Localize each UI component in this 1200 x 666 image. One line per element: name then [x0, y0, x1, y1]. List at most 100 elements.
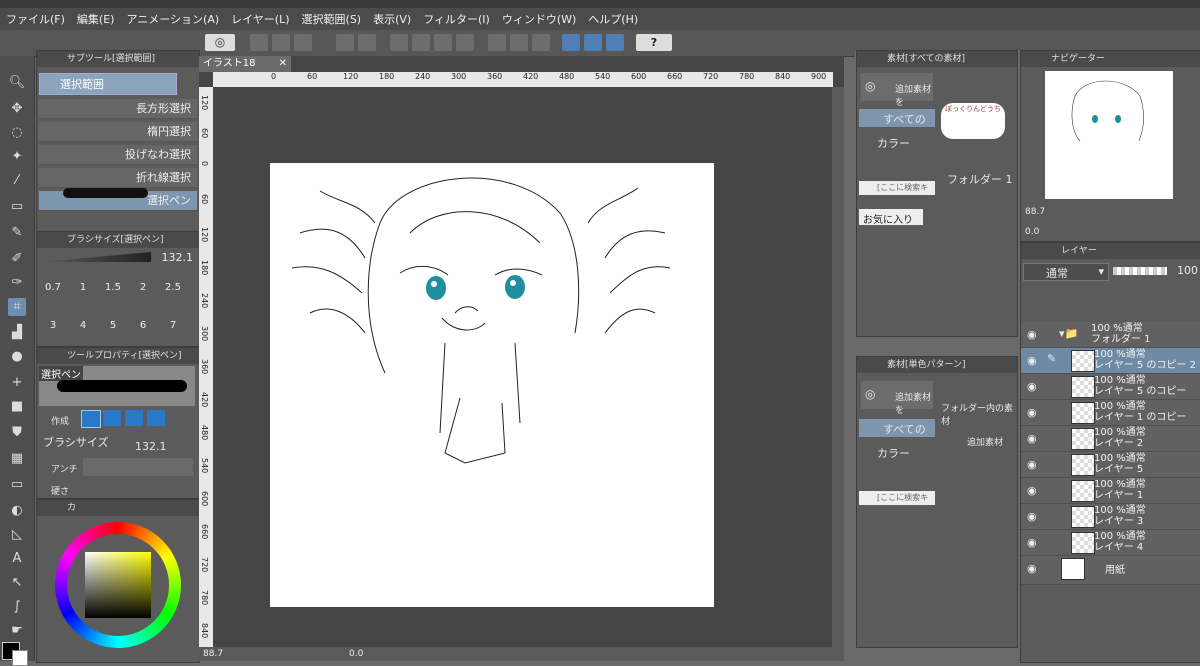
magic-wand-icon[interactable]: ✦ — [8, 148, 26, 166]
selection-pen-tool-icon[interactable]: ⌗ — [8, 298, 26, 316]
add-selection-button[interactable] — [103, 410, 121, 426]
subtool-polyline-select[interactable]: 折れ線選択 — [39, 168, 197, 188]
menu-edit[interactable]: 編集(E) — [71, 11, 121, 27]
brush-preset[interactable]: 0.7 — [39, 282, 67, 312]
layer-row[interactable]: ◉ 100 %通常 レイヤー 1 — [1021, 478, 1200, 504]
correct-line-icon[interactable]: ∫ — [8, 598, 26, 616]
brush-preset[interactable]: 7 — [159, 320, 187, 350]
help-icon[interactable]: ? — [636, 34, 672, 51]
eye-icon[interactable]: ◉ — [1027, 536, 1037, 549]
layer-row[interactable]: ◉ 100 %通常 レイヤー 5 のコピー — [1021, 374, 1200, 400]
brush-preset[interactable]: 4 — [69, 320, 97, 350]
eye-icon[interactable]: ◉ — [1027, 354, 1037, 367]
materials-add-button[interactable]: ◎ 追加素材を — [861, 73, 933, 108]
snap-grid-icon[interactable] — [606, 34, 624, 51]
menu-selection[interactable]: 選択範囲(S) — [296, 11, 368, 27]
blend-mode-select[interactable]: 通常 ▾ — [1023, 263, 1109, 281]
zoom-tool-icon[interactable]: 🔍︎ — [8, 74, 26, 92]
pattern-tree-all[interactable]: すべての — [859, 419, 935, 437]
saturation-square[interactable] — [85, 552, 151, 618]
document-tab[interactable]: イラスト18 ✕ — [199, 56, 291, 72]
save-icon[interactable] — [294, 34, 312, 51]
brush-preset[interactable]: 6 — [129, 320, 157, 350]
eye-icon[interactable]: ◉ — [1027, 484, 1037, 497]
new-selection-button[interactable] — [81, 410, 101, 428]
menu-view[interactable]: 表示(V) — [367, 11, 417, 27]
layer-folder-row[interactable]: ◉ ▾📁 100 %通常 フォルダー 1 — [1021, 322, 1200, 348]
snap-ruler-icon[interactable] — [562, 34, 580, 51]
brush-preset[interactable]: 1 — [69, 282, 97, 312]
intersect-selection-button[interactable] — [147, 410, 165, 426]
pattern-tree-color[interactable]: カラー — [877, 445, 910, 461]
subtool-ellipse-select[interactable]: 楕円選択 — [39, 122, 197, 142]
eye-icon[interactable]: ◉ — [1027, 562, 1037, 575]
subtool-rect-select[interactable]: 長方形選択 — [39, 99, 197, 119]
tree-color[interactable]: カラー — [877, 135, 910, 151]
operation-tool-icon[interactable]: ☛ — [8, 622, 26, 640]
gradient-tool-icon[interactable]: ■ — [8, 398, 26, 416]
brushsize-slider[interactable] — [41, 252, 151, 262]
frame-tool-icon[interactable]: ▭ — [8, 476, 26, 494]
text-tool-icon[interactable]: A — [8, 550, 26, 568]
snap-special-ruler-icon[interactable] — [584, 34, 602, 51]
open-file-icon[interactable] — [272, 34, 290, 51]
redo-icon[interactable] — [358, 34, 376, 51]
brush-tool-icon[interactable]: ✑ — [8, 274, 26, 292]
eye-icon[interactable]: ◉ — [1027, 380, 1037, 393]
brush-preset[interactable]: 5 — [99, 320, 127, 350]
move-tool-icon[interactable]: ✥ — [8, 100, 26, 118]
brush-preset[interactable]: 3 — [39, 320, 67, 350]
tree-all[interactable]: すべての — [859, 109, 935, 127]
brush-preset[interactable]: 2.5 — [159, 282, 187, 312]
layer-row[interactable]: ◉ 100 %通常 レイヤー 1 のコピー — [1021, 400, 1200, 426]
eye-icon[interactable]: ◉ — [1027, 328, 1037, 341]
drawing-canvas[interactable] — [270, 163, 714, 607]
menu-window[interactable]: ウィンドウ(W) — [496, 11, 582, 27]
new-file-icon[interactable] — [250, 34, 268, 51]
layer-row[interactable]: ◉ ✎ 100 %通常 レイヤー 5 のコピー 2 — [1021, 348, 1200, 374]
menu-layer[interactable]: レイヤー(L) — [225, 11, 295, 27]
invert-selection-icon[interactable] — [510, 34, 528, 51]
eye-icon[interactable]: ◉ — [1027, 510, 1037, 523]
materials-search-input[interactable]: [ここに検索キ — [859, 181, 935, 195]
brush-preset[interactable]: 1.5 — [99, 282, 127, 312]
eraser-tool-icon[interactable]: ▭ — [8, 198, 26, 216]
fill-tool-icon[interactable]: ⛊ — [8, 424, 26, 442]
layer-row[interactable]: ◉ 100 %通常 レイヤー 5 — [1021, 452, 1200, 478]
blend-tool-icon[interactable]: ● — [8, 348, 26, 366]
antialias-options[interactable] — [83, 458, 193, 476]
favorites-button[interactable]: お気に入り — [859, 209, 923, 226]
pencil-tool-icon[interactable]: ✐ — [8, 250, 26, 268]
sub-color-swatch[interactable] — [12, 650, 28, 666]
paper-layer-row[interactable]: ◉ 用紙 — [1021, 556, 1200, 585]
deselect-icon[interactable] — [488, 34, 506, 51]
canvas-scrollbar[interactable] — [832, 87, 844, 647]
subtool-group-tab[interactable]: 選択範囲 — [39, 73, 177, 95]
fill-icon[interactable] — [412, 34, 430, 51]
pattern-add-material-label[interactable]: 追加素材 — [967, 435, 1003, 448]
shape-tool-icon[interactable]: + — [8, 374, 26, 392]
grid-tool-icon[interactable]: ▦ — [8, 450, 26, 468]
balloon-material[interactable]: ぼっくりんどうち — [941, 103, 1005, 139]
balloon-tool-icon[interactable]: ◐ — [8, 502, 26, 520]
eye-icon[interactable]: ◉ — [1027, 432, 1037, 445]
pattern-add-button[interactable]: ◎ 追加素材を — [861, 381, 933, 416]
line-correct-icon[interactable]: ↖ — [8, 574, 26, 592]
app-logo-icon[interactable]: ◎ — [205, 34, 235, 51]
transform-icon[interactable] — [434, 34, 452, 51]
layer-tab[interactable]: レイヤー — [1021, 243, 1200, 259]
pen-tool-icon[interactable]: ✎ — [8, 224, 26, 242]
close-tab-icon[interactable]: ✕ — [279, 56, 287, 72]
menu-file[interactable]: ファイル(F) — [0, 11, 71, 27]
fit-icon[interactable] — [456, 34, 474, 51]
subtract-selection-button[interactable] — [125, 410, 143, 426]
brush-preset[interactable]: 2 — [129, 282, 157, 312]
opacity-slider[interactable] — [1113, 267, 1167, 275]
layer-row[interactable]: ◉ 100 %通常 レイヤー 3 — [1021, 504, 1200, 530]
select-all-icon[interactable] — [532, 34, 550, 51]
eyedropper-icon[interactable]: ⁄ — [8, 172, 26, 190]
menu-filter[interactable]: フィルター(I) — [417, 11, 496, 27]
ruler-tool-icon[interactable]: ◺ — [8, 526, 26, 544]
lasso-tool-icon[interactable]: ◌ — [8, 124, 26, 142]
menu-help[interactable]: ヘルプ(H) — [582, 11, 644, 27]
